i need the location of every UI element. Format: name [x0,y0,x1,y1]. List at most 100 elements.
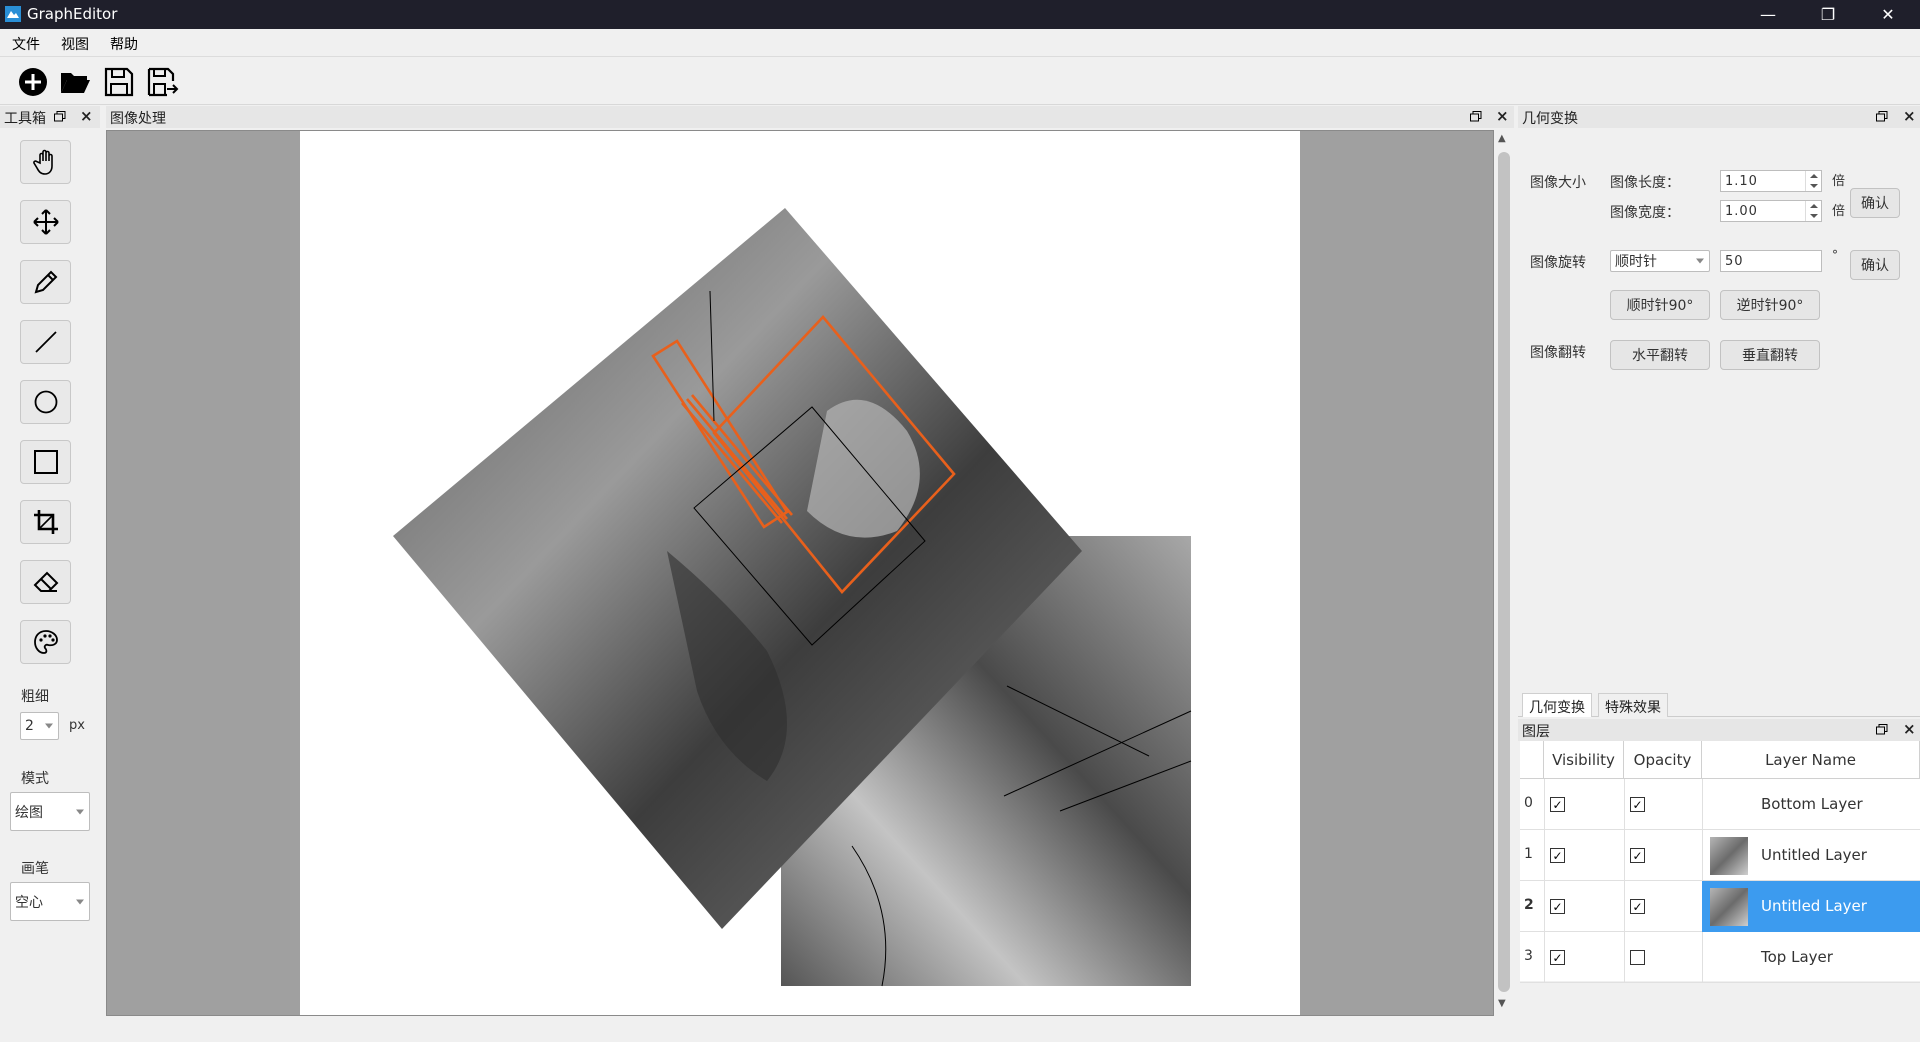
rotate-confirm-button[interactable]: 确认 [1850,250,1900,280]
mode-label: 模式 [21,771,49,787]
folder-open-icon[interactable] [58,65,92,99]
layers-table: Visibility Opacity Layer Name 0 ✓ ✓ Bott… [1520,741,1920,983]
spin-up-icon[interactable] [1810,174,1818,178]
flip-vertical-button[interactable]: 垂直翻转 [1720,340,1820,370]
scroll-up-icon[interactable]: ▲ [1498,133,1506,144]
move-icon [32,209,59,235]
save-icon[interactable] [102,65,136,99]
menu-help[interactable]: 帮助 [110,34,138,54]
mode-value: 绘图 [15,804,43,821]
thickness-select[interactable]: 2 [20,712,59,740]
hand-tool-button[interactable] [20,140,71,184]
size-label: 图像大小 [1530,175,1586,191]
layer-thumbnail [1710,888,1748,926]
width-label: 图像宽度： [1610,205,1680,221]
column-opacity[interactable]: Opacity [1624,741,1702,779]
length-spinbox[interactable]: 1.10 [1720,170,1822,192]
column-visibility[interactable]: Visibility [1544,741,1624,779]
menu-file[interactable]: 文件 [12,34,40,54]
float-icon[interactable] [54,111,66,122]
scrollbar-thumb[interactable] [1498,152,1510,992]
rotate-direction-select[interactable]: 顺时针 [1610,250,1710,272]
width-spinbox[interactable]: 1.00 [1720,200,1822,222]
opacity-checkbox[interactable]: ✓ [1630,797,1645,812]
thickness-label: 粗细 [21,689,49,705]
layer-row[interactable]: 0 ✓ ✓ Bottom Layer [1520,779,1920,830]
visibility-checkbox[interactable]: ✓ [1550,848,1565,863]
rotate-angle-input[interactable]: 50 [1720,250,1822,272]
length-label: 图像长度： [1610,175,1680,191]
column-layer-name[interactable]: Layer Name [1702,741,1920,779]
chevron-down-icon [76,899,84,904]
layer-name[interactable]: Bottom Layer [1761,795,1863,813]
rotate-ccw90-button[interactable]: 逆时针90° [1720,290,1820,320]
plus-circle-icon[interactable] [16,65,50,99]
menu-bar: 文件 视图 帮助 [0,29,1920,57]
pen-icon [34,270,57,294]
pen-tool-button[interactable] [20,260,71,304]
layer-name[interactable]: Untitled Layer [1761,846,1867,864]
toolbox-header: 工具箱 × [0,106,100,128]
opacity-checkbox[interactable]: ✓ [1630,848,1645,863]
line-icon [34,331,57,353]
float-icon[interactable] [1876,724,1888,735]
layer-row-selected[interactable]: 2 ✓ ✓ Untitled Layer [1520,881,1920,932]
palette-tool-button[interactable] [20,620,71,664]
layers-header: 图层 × [1518,719,1920,741]
float-icon[interactable] [1876,111,1888,122]
layers-title: 图层 [1522,724,1550,740]
menu-view[interactable]: 视图 [61,34,89,54]
row-index: 2 [1524,897,1534,913]
circle-icon [34,390,57,414]
canvas-scrollbar[interactable]: ▲ ▼ [1494,130,1514,1016]
close-icon[interactable]: × [1903,720,1916,738]
eraser-tool-button[interactable] [20,560,71,604]
width-unit: 倍 [1832,204,1846,219]
layer-name[interactable]: Top Layer [1761,948,1833,966]
save-as-icon[interactable] [145,65,179,99]
visibility-checkbox[interactable]: ✓ [1550,797,1565,812]
maximize-button[interactable]: ❐ [1800,0,1856,29]
layer-row[interactable]: 3 ✓ Top Layer [1520,932,1920,983]
close-button[interactable]: ✕ [1860,0,1916,29]
spin-up-icon[interactable] [1810,204,1818,208]
size-confirm-button[interactable]: 确认 [1850,188,1900,218]
flip-horizontal-button[interactable]: 水平翻转 [1610,340,1710,370]
canvas-header: 图像处理 × [106,106,1514,128]
scroll-down-icon[interactable]: ▼ [1498,998,1506,1009]
palette-icon [33,630,58,654]
chevron-down-icon [1696,258,1704,264]
close-icon[interactable]: × [1903,107,1916,125]
close-icon[interactable]: × [80,107,93,125]
close-icon[interactable]: × [1496,107,1509,125]
rotate-cw90-button[interactable]: 顺时针90° [1610,290,1710,320]
visibility-checkbox[interactable]: ✓ [1550,950,1565,965]
canvas-drawing[interactable] [107,131,1493,1015]
crop-tool-button[interactable] [20,500,71,544]
row-index: 1 [1524,846,1533,862]
image-canvas[interactable] [106,130,1494,1016]
tab-effects[interactable]: 特殊效果 [1598,693,1668,717]
visibility-checkbox[interactable]: ✓ [1550,899,1565,914]
float-icon[interactable] [1470,111,1482,122]
tab-geometry[interactable]: 几何变换 [1522,693,1592,717]
width-value: 1.00 [1725,204,1758,219]
geometry-title: 几何变换 [1522,111,1578,127]
circle-tool-button[interactable] [20,380,71,424]
minimize-button[interactable]: — [1740,0,1796,29]
rectangle-tool-button[interactable] [20,440,71,484]
opacity-checkbox[interactable]: ✓ [1630,899,1645,914]
spin-down-icon[interactable] [1810,184,1818,188]
brush-label: 画笔 [21,861,49,877]
layer-name[interactable]: Untitled Layer [1761,897,1867,915]
line-tool-button[interactable] [20,320,71,364]
opacity-checkbox[interactable] [1630,950,1645,965]
layer-thumbnail [1710,837,1748,875]
layer-row[interactable]: 1 ✓ ✓ Untitled Layer [1520,830,1920,881]
brush-select[interactable]: 空心 [10,882,90,921]
brush-value: 空心 [15,894,43,911]
eraser-icon [33,571,58,592]
move-tool-button[interactable] [20,200,71,244]
spin-down-icon[interactable] [1810,214,1818,218]
mode-select[interactable]: 绘图 [10,792,90,831]
